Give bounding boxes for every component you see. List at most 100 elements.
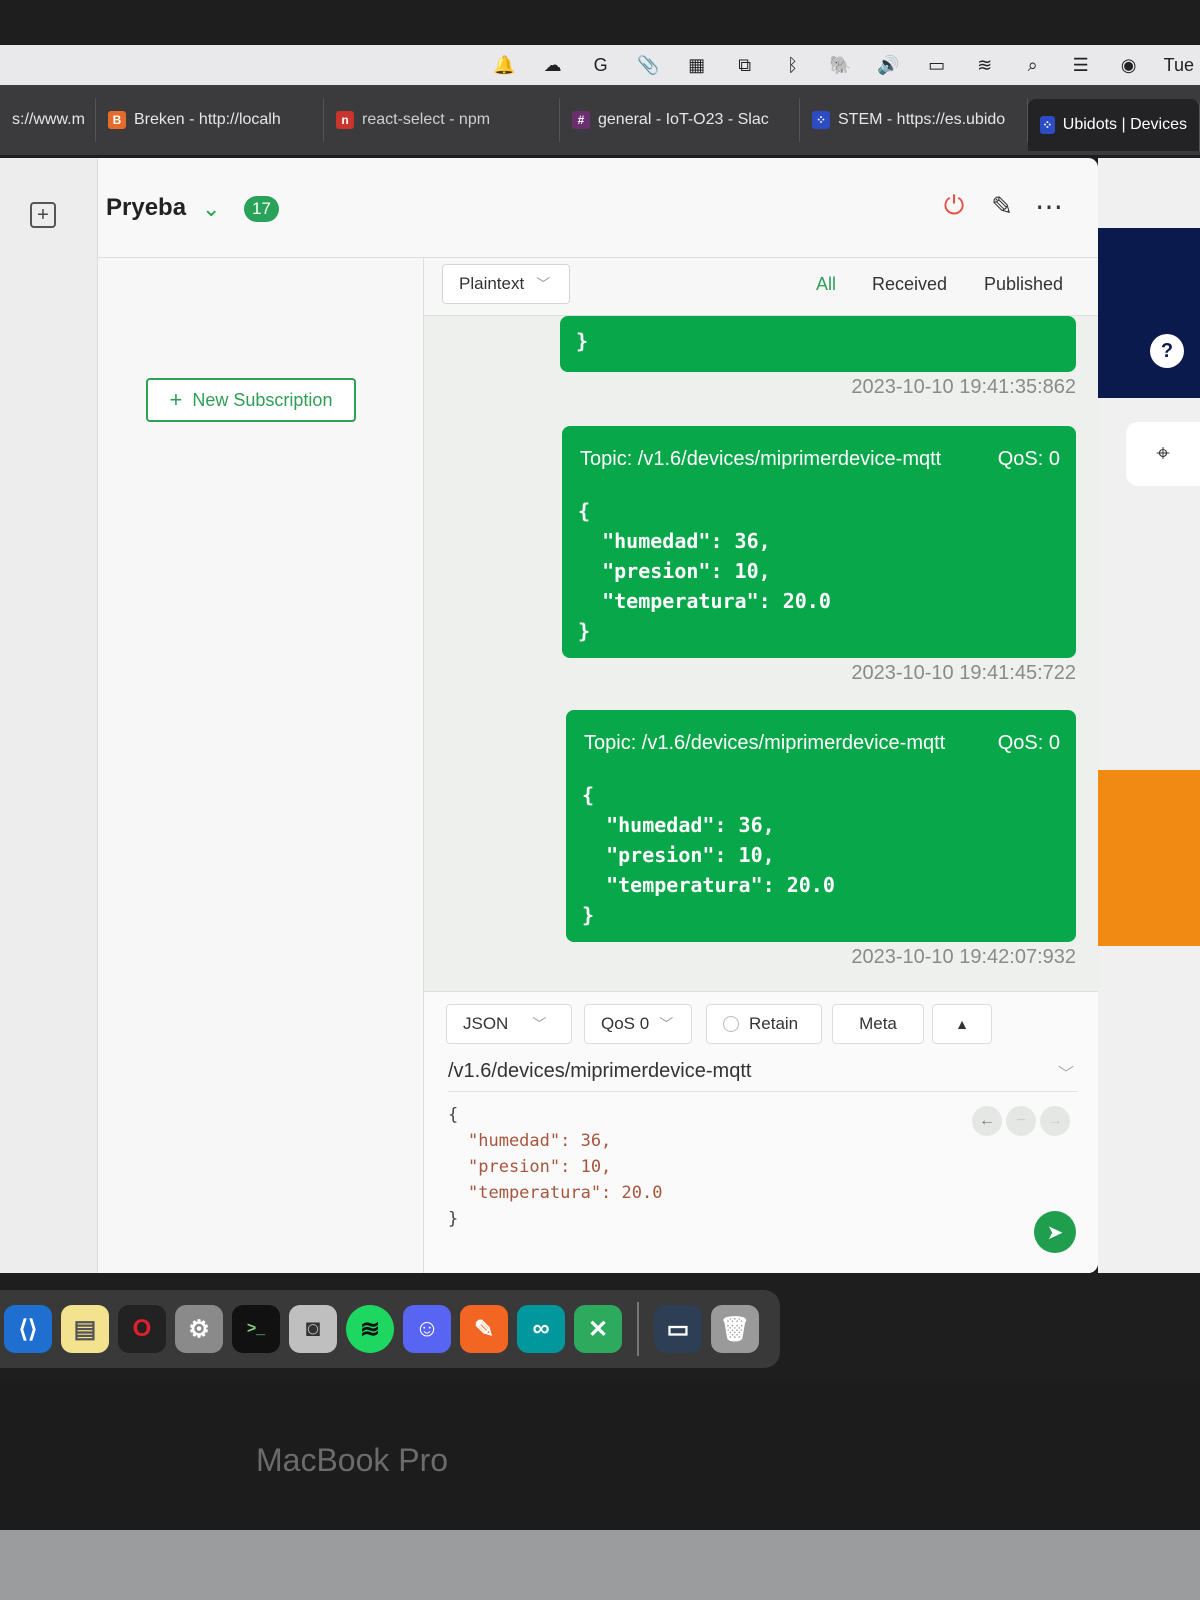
tab-label: STEM - https://es.ubido xyxy=(838,111,1006,128)
publish-format-select[interactable]: JSON ﹀ xyxy=(446,1004,572,1044)
search-icon[interactable]: ⌕ xyxy=(1020,54,1046,76)
browser-tab[interactable]: ⁘ STEM - https://es.ubido xyxy=(800,98,1028,142)
message-bubble: Topic: /v1.6/devices/miprimerdevice-mqtt… xyxy=(566,710,1076,942)
laptop-bezel xyxy=(0,1380,1200,1530)
message-count-badge: 17 xyxy=(244,196,279,222)
locate-icon[interactable]: ⌖ xyxy=(1126,422,1200,486)
trash-icon[interactable]: 🗑 xyxy=(711,1305,759,1353)
message-qos: QoS: 0 xyxy=(997,448,1060,470)
battery-icon[interactable]: ▭ xyxy=(924,54,950,76)
ubidots-icon: ⁘ xyxy=(812,111,830,129)
messages-pane: Plaintext ﹀ All Received Published } 202… xyxy=(424,258,1098,1273)
publish-payload-editor[interactable]: { "humedad": 36, "presion": 10, "tempera… xyxy=(448,1102,662,1232)
paperclip-icon[interactable]: 📎 xyxy=(636,54,662,76)
publish-topic-input[interactable]: /v1.6/devices/miprimerdevice-mqtt ﹀ xyxy=(448,1060,1078,1092)
expand-up-button[interactable]: ▲ xyxy=(932,1004,992,1044)
cloud-icon[interactable]: ☁ xyxy=(540,54,566,76)
disconnect-power-icon[interactable]: ⏻ xyxy=(934,186,974,226)
vscode-icon[interactable]: ⟨⟩ xyxy=(4,1305,52,1353)
menu-bar: 🔔 ☁ G 📎 ▦ ⧉ ᛒ 🐘 🔊 ▭ ≋ ⌕ ☰ ◉ Tue xyxy=(0,45,1200,85)
terminal-icon[interactable]: >_ xyxy=(232,1305,280,1353)
spotify-icon[interactable]: ≋ xyxy=(346,1305,394,1353)
arrow-left-icon[interactable]: ← xyxy=(972,1106,1002,1136)
payload-line: "presion": 10, xyxy=(468,1157,612,1177)
meta-label: Meta xyxy=(859,1014,897,1033)
message-timestamp: 2023-10-10 19:41:45:722 xyxy=(851,662,1076,684)
tab-published[interactable]: Published xyxy=(984,274,1063,295)
screens-icon[interactable]: ⧉ xyxy=(732,54,758,76)
message-bubble: Topic: /v1.6/devices/miprimerdevice-mqtt… xyxy=(562,426,1076,658)
tab-received[interactable]: Received xyxy=(872,274,947,295)
arrow-right-icon[interactable]: → xyxy=(1040,1106,1070,1136)
window-icon[interactable]: ▭ xyxy=(654,1305,702,1353)
browser-tab-active[interactable]: ⁘ Ubidots | Devices xyxy=(1028,99,1200,151)
message-payload: { "humedad": 36, "presion": 10, "tempera… xyxy=(582,783,835,927)
browser-tab-strip: s://www.m B Breken - http://localh n rea… xyxy=(0,85,1200,155)
dock: ⟨⟩ ▤ O ⚙ >_ ◙ ≋ ☺ ✎ ∞ ✕ ▭ 🗑 xyxy=(0,1290,780,1368)
volume-icon[interactable]: 🔊 xyxy=(876,54,902,76)
meta-button[interactable]: Meta xyxy=(832,1004,924,1044)
chevron-down-icon: ﹀ xyxy=(536,276,551,292)
bluetooth-icon[interactable]: ᛒ xyxy=(780,54,806,76)
payload-line: "humedad": 36, xyxy=(468,1131,612,1151)
wifi-icon[interactable]: ≋ xyxy=(972,54,998,76)
payload-format-select[interactable]: Plaintext ﹀ xyxy=(442,264,570,304)
chevron-down-icon[interactable]: ﹀ xyxy=(1058,1060,1074,1084)
device-label: MacBook Pro xyxy=(256,1442,449,1478)
new-connection-icon[interactable]: + xyxy=(30,202,56,228)
new-subscription-label: New Subscription xyxy=(192,389,333,410)
control-center-icon[interactable]: ☰ xyxy=(1068,54,1094,76)
background-webpage: ? ⌖ xyxy=(1098,158,1200,1273)
siri-icon[interactable]: ◉ xyxy=(1116,54,1142,76)
blogger-icon: B xyxy=(108,111,126,129)
browser-tab[interactable]: s://www.m xyxy=(0,98,96,142)
tab-label: general - IoT-O23 - Slac xyxy=(598,111,769,128)
send-icon[interactable]: ➤ xyxy=(1034,1211,1076,1253)
notes-icon[interactable]: ▤ xyxy=(61,1305,109,1353)
new-subscription-button[interactable]: + New Subscription xyxy=(146,378,356,422)
browser-tab[interactable]: # general - IoT-O23 - Slac xyxy=(560,98,800,142)
tab-all[interactable]: All xyxy=(816,274,836,295)
more-options-icon[interactable]: ⋯ xyxy=(1030,186,1070,226)
connection-name: Pryeba xyxy=(106,194,187,221)
menubar-clock[interactable]: Tue xyxy=(1164,55,1194,76)
mqttx-window: + Pryeba ⌄ 17 ⏻ ✎ ⋯ + New Subscription P… xyxy=(0,158,1098,1273)
message-timestamp: 2023-10-10 19:41:35:862 xyxy=(851,376,1076,398)
tab-label: Breken - http://localh xyxy=(134,111,281,128)
publish-topic-value: /v1.6/devices/miprimerdevice-mqtt xyxy=(448,1060,752,1082)
message-bubble: } xyxy=(560,316,1076,372)
help-icon[interactable]: ? xyxy=(1150,334,1184,368)
tab-label: react-select - npm xyxy=(362,111,491,128)
arduino-icon[interactable]: ∞ xyxy=(517,1305,565,1353)
chevron-double-down-icon[interactable]: ⌄ xyxy=(202,196,220,222)
screenshot-icon[interactable]: ◙ xyxy=(289,1305,337,1353)
payload-line: } xyxy=(448,1209,459,1229)
elephant-icon[interactable]: 🐘 xyxy=(828,54,854,76)
message-topic: Topic: /v1.6/devices/miprimerdevice-mqtt xyxy=(584,732,946,754)
plus-icon: + xyxy=(169,387,183,412)
bell-icon[interactable]: 🔔 xyxy=(492,54,518,76)
qos-select[interactable]: QoS 0 ﹀ xyxy=(584,1004,692,1044)
grammarly-icon[interactable]: G xyxy=(588,54,614,76)
npm-icon: n xyxy=(336,111,354,129)
browser-tab[interactable]: B Breken - http://localh xyxy=(96,98,324,142)
chevron-down-icon: ﹀ xyxy=(659,1016,674,1032)
edit-icon[interactable]: ✎ xyxy=(982,186,1022,226)
payload-line: "temperatura": 20.0 xyxy=(468,1183,663,1203)
browser-tab[interactable]: n react-select - npm xyxy=(324,98,560,142)
retain-radio-icon xyxy=(723,1016,739,1032)
retain-checkbox[interactable]: Retain xyxy=(706,1004,822,1044)
clapper-icon[interactable]: ▦ xyxy=(684,54,710,76)
publish-composer: JSON ﹀ QoS 0 ﹀ Retain Meta ▲ /v1.6/devic… xyxy=(424,991,1098,1273)
ubidots-icon: ⁘ xyxy=(1040,116,1055,134)
message-payload: { "humedad": 36, "presion": 10, "tempera… xyxy=(578,499,831,643)
message-filter-bar: Plaintext ﹀ All Received Published xyxy=(424,258,1098,316)
pen-icon[interactable]: ✎ xyxy=(460,1305,508,1353)
minus-icon[interactable]: − xyxy=(1006,1106,1036,1136)
message-payload: } xyxy=(576,329,589,353)
settings-icon[interactable]: ⚙ xyxy=(175,1305,223,1353)
opera-icon[interactable]: O xyxy=(118,1305,166,1353)
discord-icon[interactable]: ☺ xyxy=(403,1305,451,1353)
dock-separator xyxy=(637,1302,639,1356)
excel-icon[interactable]: ✕ xyxy=(574,1305,622,1353)
